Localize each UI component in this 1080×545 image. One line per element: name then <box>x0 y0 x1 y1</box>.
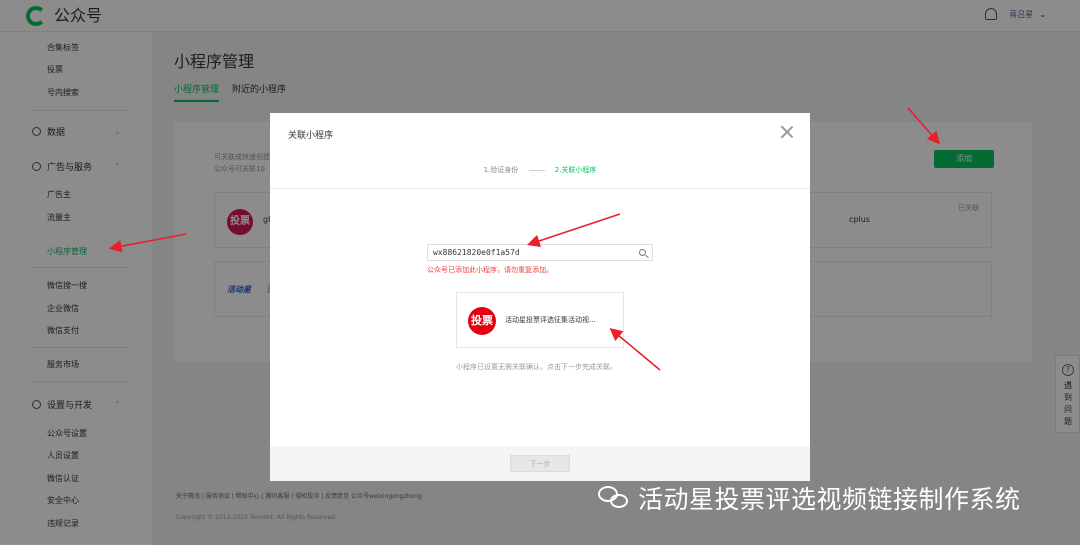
watermark-text: 活动星投票评选视频链接制作系统 <box>638 485 1021 514</box>
arrow-to-search-input <box>526 213 621 248</box>
arrow-to-result-card <box>609 327 661 371</box>
annotation-arrows <box>108 107 941 371</box>
watermark: 活动星投票评选视频链接制作系统 <box>596 480 1021 516</box>
wechat-chat-icon <box>596 484 632 512</box>
arrow-to-miniprogram-menu <box>108 233 187 253</box>
arrow-to-add-button <box>907 107 941 145</box>
